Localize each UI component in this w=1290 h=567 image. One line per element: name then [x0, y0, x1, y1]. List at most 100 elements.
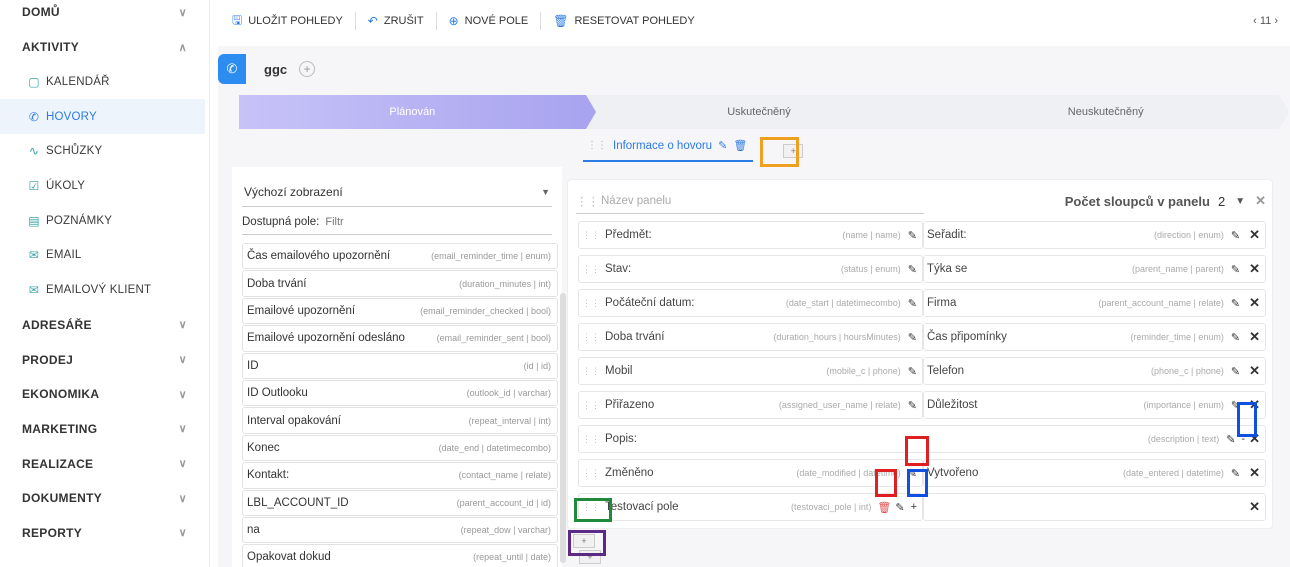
add-tab-button[interactable]: +	[299, 61, 316, 77]
grid-cell[interactable]: Vytvořeno (date_entered | datetime) ✎ ✕	[923, 459, 1266, 487]
minus-icon[interactable]: -	[1241, 433, 1245, 445]
columns-select[interactable]: 2	[1218, 194, 1225, 209]
new-field-button[interactable]: ⊕ NOVÉ POLE	[437, 14, 541, 28]
pager[interactable]: ‹ 11 ›	[1253, 15, 1278, 27]
list-item[interactable]: Kontakt: (contact_name | relate)	[242, 462, 558, 489]
list-item[interactable]: Opakovat dokud (repeat_until | date)	[242, 544, 558, 567]
close-icon[interactable]: ✕	[1249, 261, 1260, 277]
close-icon[interactable]: ✕	[1249, 363, 1260, 379]
edit-icon[interactable]: ✎	[1226, 433, 1235, 446]
sidebar-item-kalendar[interactable]: ▢ KALENDÁŘ	[0, 65, 209, 100]
grid-cell[interactable]: Telefon (phone_c | phone) ✎ ✕	[923, 357, 1266, 385]
grid-cell[interactable]: ⋮⋮ Změněno (date_modified | datetime) ✎	[578, 459, 923, 487]
close-icon[interactable]: ✕	[1249, 329, 1260, 345]
list-item[interactable]: LBL_ACCOUNT_ID (parent_account_id | id)	[242, 489, 558, 516]
close-icon[interactable]: ✕	[1249, 227, 1260, 243]
drag-handle-icon[interactable]: ⋮⋮	[582, 366, 600, 377]
add-row-button[interactable]: +	[579, 550, 601, 564]
grid-cell[interactable]: ⋮⋮ Předmět: (name | name) ✎	[578, 221, 923, 249]
sidebar-section-aktivity[interactable]: AKTIVITY ∧	[0, 30, 209, 65]
close-icon[interactable]: ✕	[1249, 431, 1260, 447]
view-select[interactable]: Výchozí zobrazení ▼	[242, 177, 552, 207]
grid-cell[interactable]: Týka se (parent_name | parent) ✎ ✕	[923, 255, 1266, 283]
plus-icon[interactable]: +	[911, 501, 917, 513]
sidebar-item-emailovy-klient[interactable]: ✉ EMAILOVÝ KLIENT	[0, 273, 209, 308]
tab-informace-o-hovoru[interactable]: ⋮⋮ Informace o hovoru ✎ 🗑	[583, 139, 754, 162]
sidebar-section-ekonomika[interactable]: EKONOMIKA ∨	[0, 377, 209, 412]
grid-cell[interactable]: Seřadit: (direction | enum) ✎ ✕	[923, 221, 1266, 249]
close-icon[interactable]: ✕	[1249, 465, 1260, 481]
sidebar-section-reporty[interactable]: REPORTY ∨	[0, 516, 209, 551]
edit-icon[interactable]: ✎	[908, 467, 917, 480]
list-item[interactable]: na (repeat_dow | varchar)	[242, 516, 558, 544]
cancel-button[interactable]: ↶ ZRUŠIT	[356, 14, 436, 28]
edit-icon[interactable]: ✎	[908, 263, 917, 276]
edit-icon[interactable]: ✎	[1231, 365, 1240, 378]
add-panel-button[interactable]: +	[573, 534, 595, 548]
filter-input[interactable]	[325, 215, 526, 228]
trash-icon[interactable]: 🗑	[733, 139, 747, 152]
reset-views-button[interactable]: 🗑 RESETOVAT POHLEDY	[541, 14, 706, 28]
grid-cell[interactable]: ⋮⋮ Doba trvání (duration_hours | hoursMinu…	[578, 323, 923, 351]
grid-cell[interactable]: ⋮⋮ Mobil (mobile_c | phone) ✎	[578, 357, 923, 385]
drag-handle-icon[interactable]: ⋮⋮	[582, 264, 600, 275]
list-item[interactable]: ID Outlooku (outlook_id | varchar)	[242, 379, 558, 407]
list-item[interactable]: ID (id | id)	[242, 352, 558, 379]
sidebar-section-domu[interactable]: DOMŮ ∨	[0, 0, 209, 30]
grid-cell[interactable]: Důležitost (importance | enum) ✎ ✕	[923, 391, 1266, 419]
edit-icon[interactable]: ✎	[908, 365, 917, 378]
sidebar-section-realizace[interactable]: REALIZACE ∨	[0, 446, 209, 481]
sidebar-item-poznamky[interactable]: ▤ POZNÁMKY	[0, 203, 209, 238]
save-views-button[interactable]: 🖫 ULOŽIT POHLEDY	[220, 11, 355, 32]
list-item[interactable]: Emailové upozornění (email_reminder_check…	[242, 297, 558, 325]
sidebar-item-email[interactable]: ✉ EMAIL	[0, 238, 209, 273]
edit-icon[interactable]: ✎	[908, 399, 917, 412]
tab-ggc[interactable]: ✆ ggc +	[218, 54, 316, 84]
close-icon[interactable]: ✕	[1249, 397, 1260, 413]
drag-handle-icon[interactable]: ⋮⋮	[576, 194, 599, 208]
grid-cell-full[interactable]: ⋮⋮ Popis: (description | text) ✎ - ✕	[578, 425, 1266, 453]
edit-icon[interactable]: ✎	[908, 229, 917, 242]
edit-icon[interactable]: ✎	[1231, 399, 1240, 412]
trash-icon[interactable]: 🗑	[877, 501, 891, 514]
edit-icon[interactable]: ✎	[1231, 297, 1240, 310]
list-item[interactable]: Doba trvání (duration_minutes | int)	[242, 270, 558, 297]
scrollbar[interactable]	[560, 293, 566, 563]
drag-handle-icon[interactable]: ⋮⋮	[582, 230, 600, 241]
caret-down-icon[interactable]: ▼	[1235, 196, 1245, 207]
grid-cell[interactable]: Firma (parent_account_name | relate) ✎ ✕	[923, 289, 1266, 317]
drag-handle-icon[interactable]: ⋮⋮	[582, 502, 600, 513]
close-icon[interactable]: ✕	[1249, 499, 1260, 515]
edit-icon[interactable]: ✎	[1231, 331, 1240, 344]
sidebar-item-ukoly[interactable]: ☑ ÚKOLY	[0, 169, 209, 204]
edit-icon[interactable]: ✎	[1231, 229, 1240, 242]
drag-handle-icon[interactable]: ⋮⋮	[582, 434, 600, 445]
grid-cell[interactable]: ⋮⋮ Stav: (status | enum) ✎	[578, 255, 923, 283]
drag-handle-icon[interactable]: ⋮⋮	[587, 140, 607, 151]
grid-cell[interactable]: ⋮⋮ Počáteční datum: (date_start | datetime…	[578, 289, 923, 317]
grid-cell[interactable]: ⋮⋮ Testovací pole (testovaci_pole | int) 🗑 ✎…	[578, 493, 923, 521]
sidebar-item-hovory[interactable]: ✆ HOVORY	[0, 99, 205, 135]
edit-icon[interactable]: ✎	[895, 501, 904, 514]
close-icon[interactable]: ✕	[1249, 295, 1260, 311]
sidebar-section-adresare[interactable]: ADRESÁŘE ∨	[0, 308, 209, 343]
drag-handle-icon[interactable]: ⋮⋮	[582, 400, 600, 411]
drag-handle-icon[interactable]: ⋮⋮	[582, 332, 600, 343]
sidebar-section-prodej[interactable]: PRODEJ ∨	[0, 342, 209, 377]
list-item[interactable]: Čas emailového upozornění (email_reminder…	[242, 243, 558, 270]
sidebar-item-schuzky[interactable]: ∿ SCHŮZKY	[0, 134, 209, 169]
sidebar-section-marketing[interactable]: MARKETING ∨	[0, 412, 209, 447]
edit-icon[interactable]: ✎	[1231, 467, 1240, 480]
list-item[interactable]: Konec (date_end | datetimecombo)	[242, 434, 558, 462]
grid-cell-empty[interactable]: ✕	[923, 493, 1266, 521]
stage-planovan[interactable]: Plánován	[239, 95, 596, 129]
panel-name-field[interactable]: ⋮⋮ Název panelu	[576, 188, 924, 214]
add-panel-tab-button[interactable]: +	[783, 143, 804, 158]
drag-handle-icon[interactable]: ⋮⋮	[582, 298, 600, 309]
stage-uskutecneny[interactable]: Uskutečněný	[585, 95, 943, 129]
drag-handle-icon[interactable]: ⋮⋮	[582, 468, 600, 479]
close-icon[interactable]: ✕	[1255, 193, 1266, 209]
edit-icon[interactable]: ✎	[1231, 263, 1240, 276]
edit-icon[interactable]: ✎	[718, 139, 727, 152]
list-item[interactable]: Emailové upozornění odesláno (email_remin…	[242, 325, 558, 352]
